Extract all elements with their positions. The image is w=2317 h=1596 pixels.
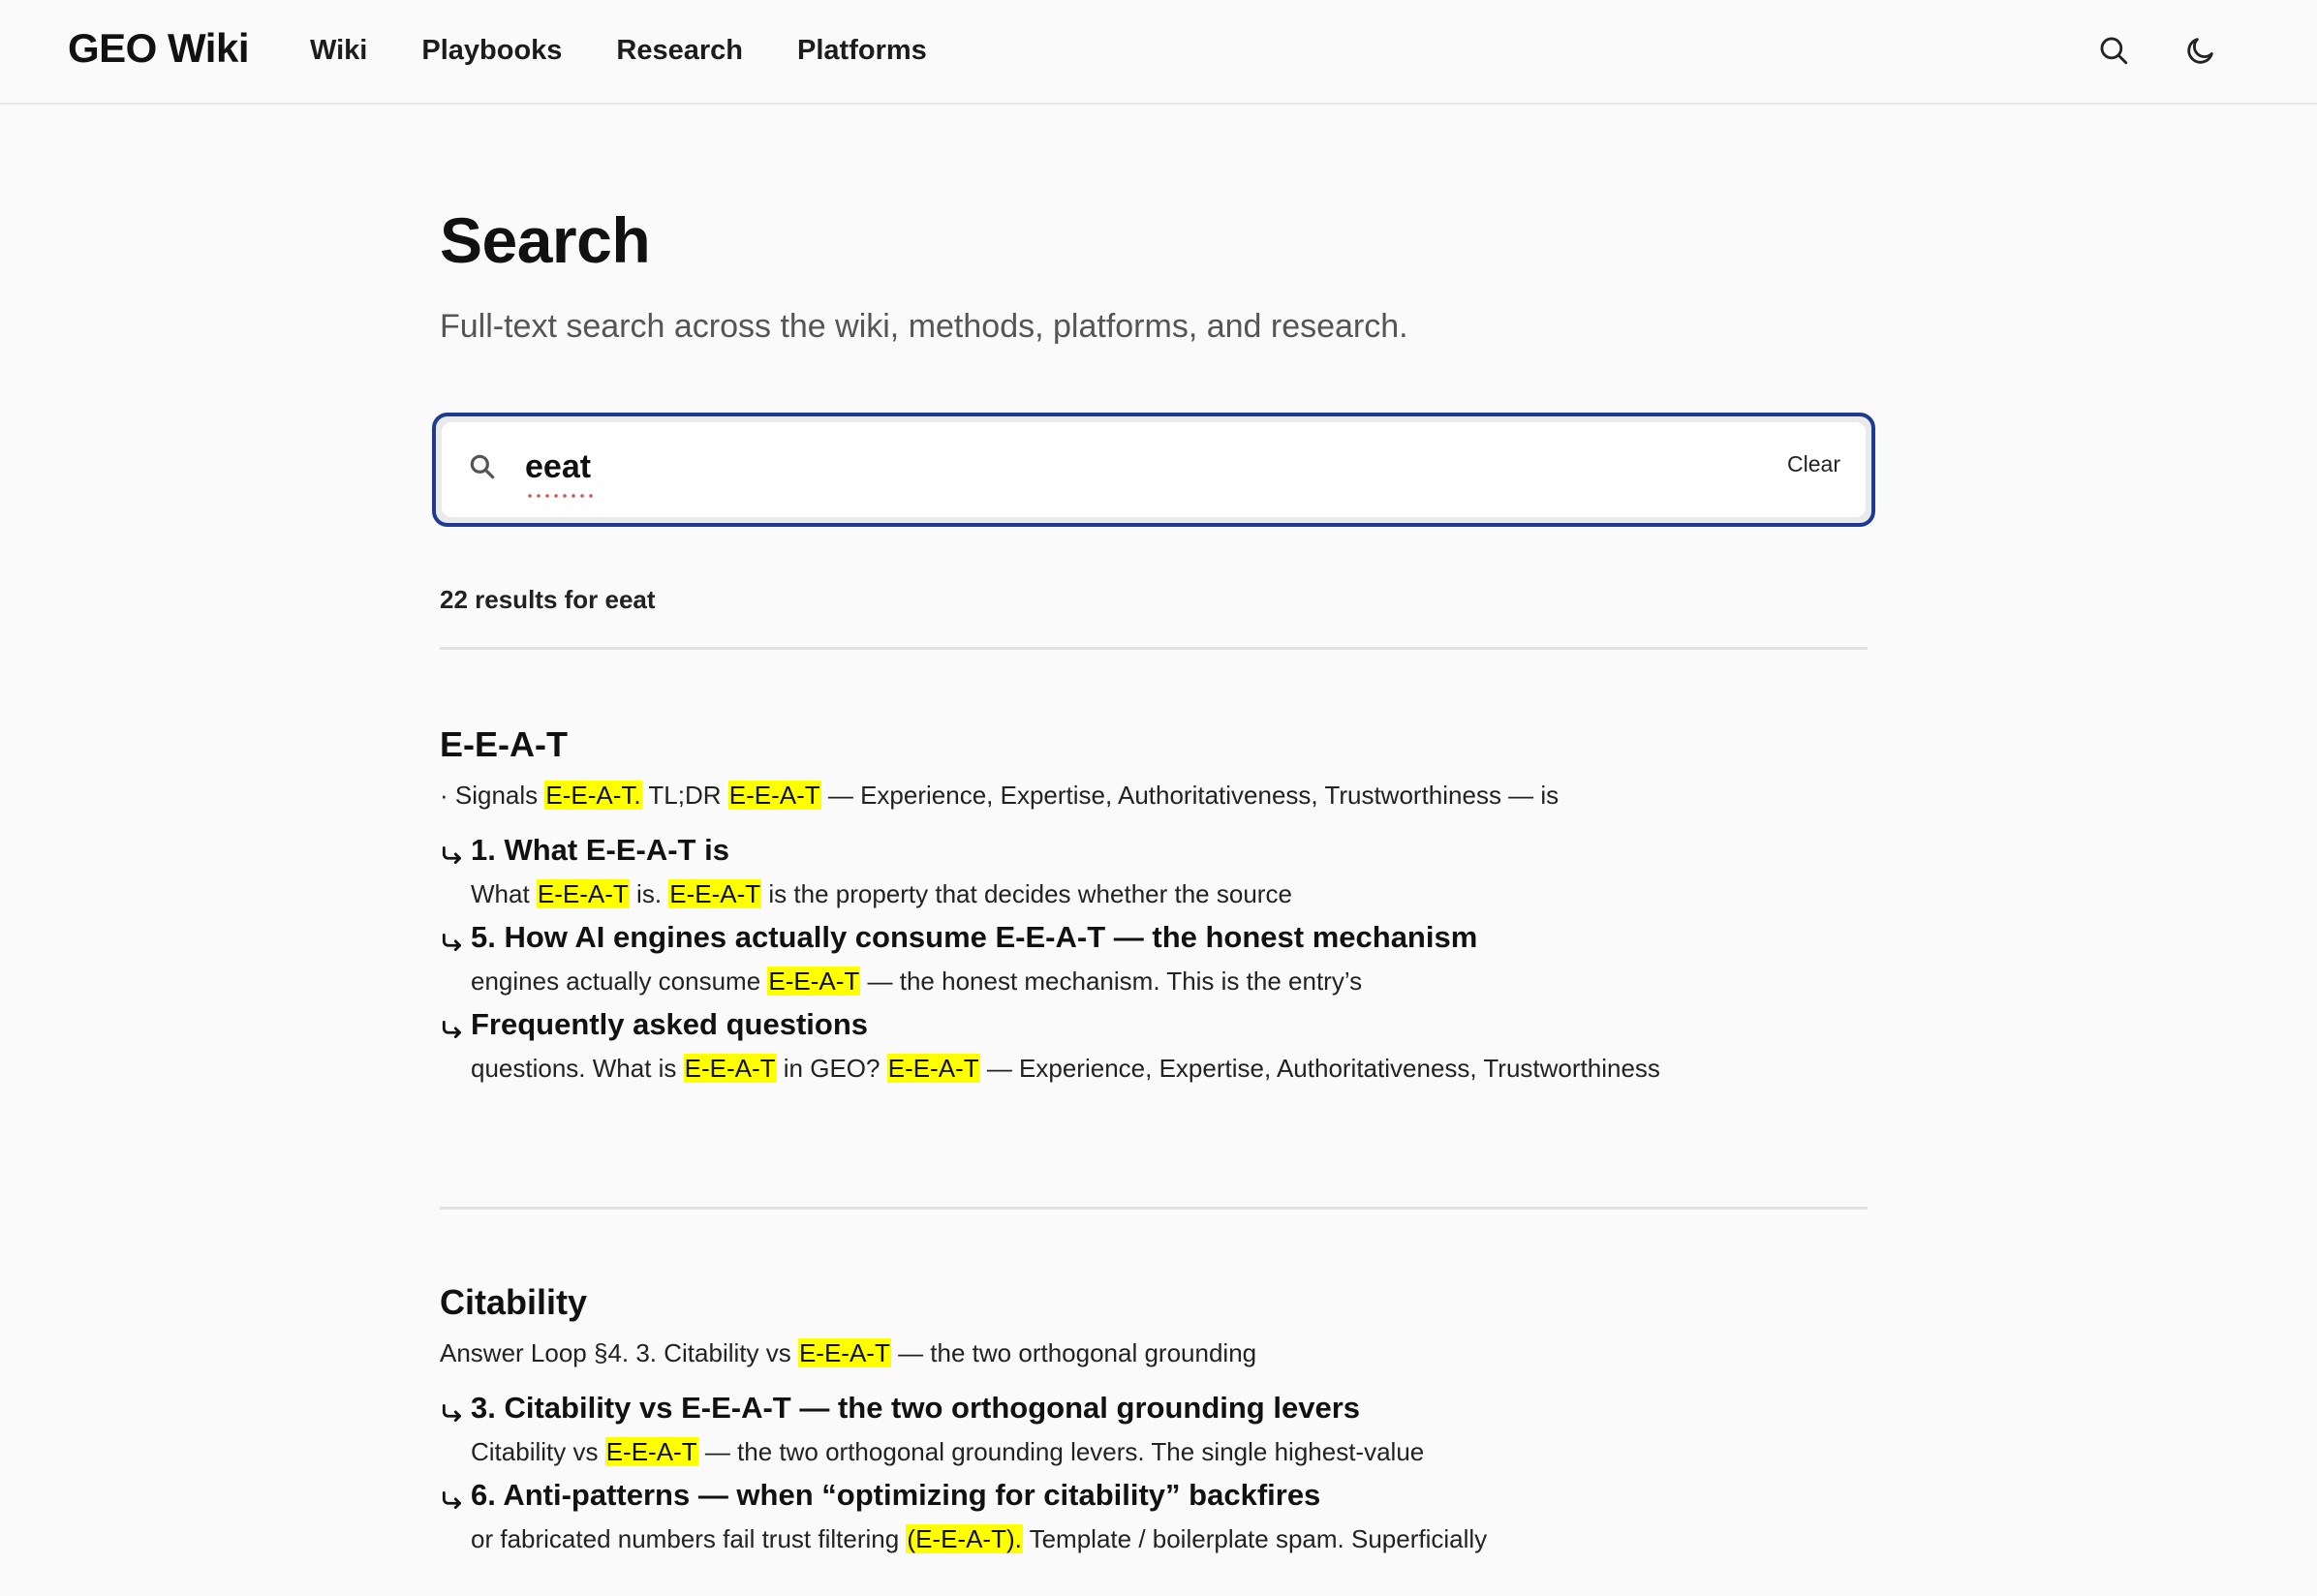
- result-section-snippet: or fabricated numbers fail trust filteri…: [471, 1524, 1488, 1553]
- result-section-link[interactable]: 6. Anti-patterns — when “optimizing for …: [440, 1478, 1868, 1513]
- result-section-heading: Frequently asked questions: [471, 1007, 868, 1041]
- search-match-highlight: E-E-A-T: [604, 1437, 698, 1466]
- result-section-heading: 1. What E-E-A-T is: [471, 833, 729, 867]
- results-divider: [440, 647, 1868, 650]
- result-section: 3. Citability vs E-E-A-T — the two ortho…: [440, 1391, 1868, 1468]
- result-section-heading: 6. Anti-patterns — when “optimizing for …: [471, 1478, 1321, 1512]
- search-box: Clear: [442, 422, 1866, 517]
- theme-toggle-button[interactable]: [2181, 31, 2220, 70]
- subdirectory-arrow-icon: [440, 1391, 471, 1426]
- search-match-highlight: E-E-A-T: [727, 781, 821, 810]
- moon-icon: [2187, 38, 2213, 64]
- result-section: 5. How AI engines actually consume E-E-A…: [440, 920, 1868, 998]
- search-match-highlight: E-E-A-T: [797, 1338, 891, 1367]
- subdirectory-arrow-icon: [440, 1007, 471, 1042]
- nav-link-research[interactable]: Research: [616, 35, 743, 67]
- search-input[interactable]: [525, 436, 1687, 498]
- result-snippet: Answer Loop §4. 3. Citability vs E-E-A-T…: [440, 1338, 1257, 1367]
- search-result: E-E-A-T · Signals E-E-A-T. TL;DR E-E-A-T…: [440, 724, 1868, 1085]
- nav-link-playbooks[interactable]: Playbooks: [421, 35, 562, 67]
- results-divider: [440, 1207, 1868, 1210]
- search-match-highlight: E-E-A-T: [767, 967, 861, 996]
- result-section-heading: 5. How AI engines actually consume E-E-A…: [471, 920, 1478, 954]
- subdirectory-arrow-icon: [440, 1478, 471, 1513]
- search-field-focus-ring: Clear: [432, 413, 1875, 527]
- search-icon: [467, 451, 498, 487]
- page-title: Search: [440, 204, 651, 276]
- result-section-snippet: questions. What is E-E-A-T in GEO? E-E-A…: [471, 1054, 1660, 1083]
- header-search-button[interactable]: [2094, 31, 2133, 70]
- result-section-snippet: engines actually consume E-E-A-T — the h…: [471, 967, 1363, 996]
- result-section-link[interactable]: 1. What E-E-A-T is: [440, 833, 1868, 868]
- subdirectory-arrow-icon: [440, 920, 471, 955]
- search-match-highlight: E-E-A-T: [683, 1054, 777, 1083]
- result-section-heading: 3. Citability vs E-E-A-T — the two ortho…: [471, 1391, 1360, 1425]
- search-match-highlight: E-E-A-T: [536, 879, 630, 908]
- result-section: Frequently asked questions questions. Wh…: [440, 1007, 1868, 1085]
- brand-logo-link[interactable]: GEO Wiki: [68, 25, 250, 72]
- result-title-link[interactable]: E-E-A-T: [440, 724, 1868, 765]
- result-section-snippet: Citability vs E-E-A-T — the two orthogon…: [471, 1437, 1425, 1466]
- search-match-highlight: E-E-A-T: [886, 1054, 980, 1083]
- search-icon: [2100, 37, 2128, 65]
- main-nav: Wiki Playbooks Research Platforms: [310, 35, 927, 67]
- search-result: Citability Answer Loop §4. 3. Citability…: [440, 1282, 1868, 1555]
- nav-link-platforms[interactable]: Platforms: [797, 35, 927, 67]
- result-section: 1. What E-E-A-T is What E-E-A-T is. E-E-…: [440, 833, 1868, 910]
- subdirectory-arrow-icon: [440, 833, 471, 868]
- page-subtitle: Full-text search across the wiki, method…: [440, 308, 1408, 345]
- search-match-highlight: (E-E-A-T).: [906, 1524, 1023, 1553]
- search-match-highlight: E-E-A-T.: [544, 781, 642, 810]
- nav-link-wiki[interactable]: Wiki: [310, 35, 367, 67]
- result-section: 6. Anti-patterns — when “optimizing for …: [440, 1478, 1868, 1555]
- top-navigation-bar: GEO Wiki Wiki Playbooks Research Platfor…: [0, 0, 2317, 105]
- spellcheck-underline: [527, 493, 595, 499]
- search-match-highlight: E-E-A-T: [668, 879, 762, 908]
- results-count: 22 results for eeat: [440, 585, 656, 614]
- result-snippet: · Signals E-E-A-T. TL;DR E-E-A-T — Exper…: [440, 781, 1560, 810]
- result-section-snippet: What E-E-A-T is. E-E-A-T is the property…: [471, 879, 1292, 908]
- clear-search-button[interactable]: Clear: [1787, 451, 1840, 477]
- result-section-link[interactable]: 3. Citability vs E-E-A-T — the two ortho…: [440, 1391, 1868, 1426]
- result-section-link[interactable]: 5. How AI engines actually consume E-E-A…: [440, 920, 1868, 955]
- result-title-link[interactable]: Citability: [440, 1282, 1868, 1323]
- result-section-link[interactable]: Frequently asked questions: [440, 1007, 1868, 1042]
